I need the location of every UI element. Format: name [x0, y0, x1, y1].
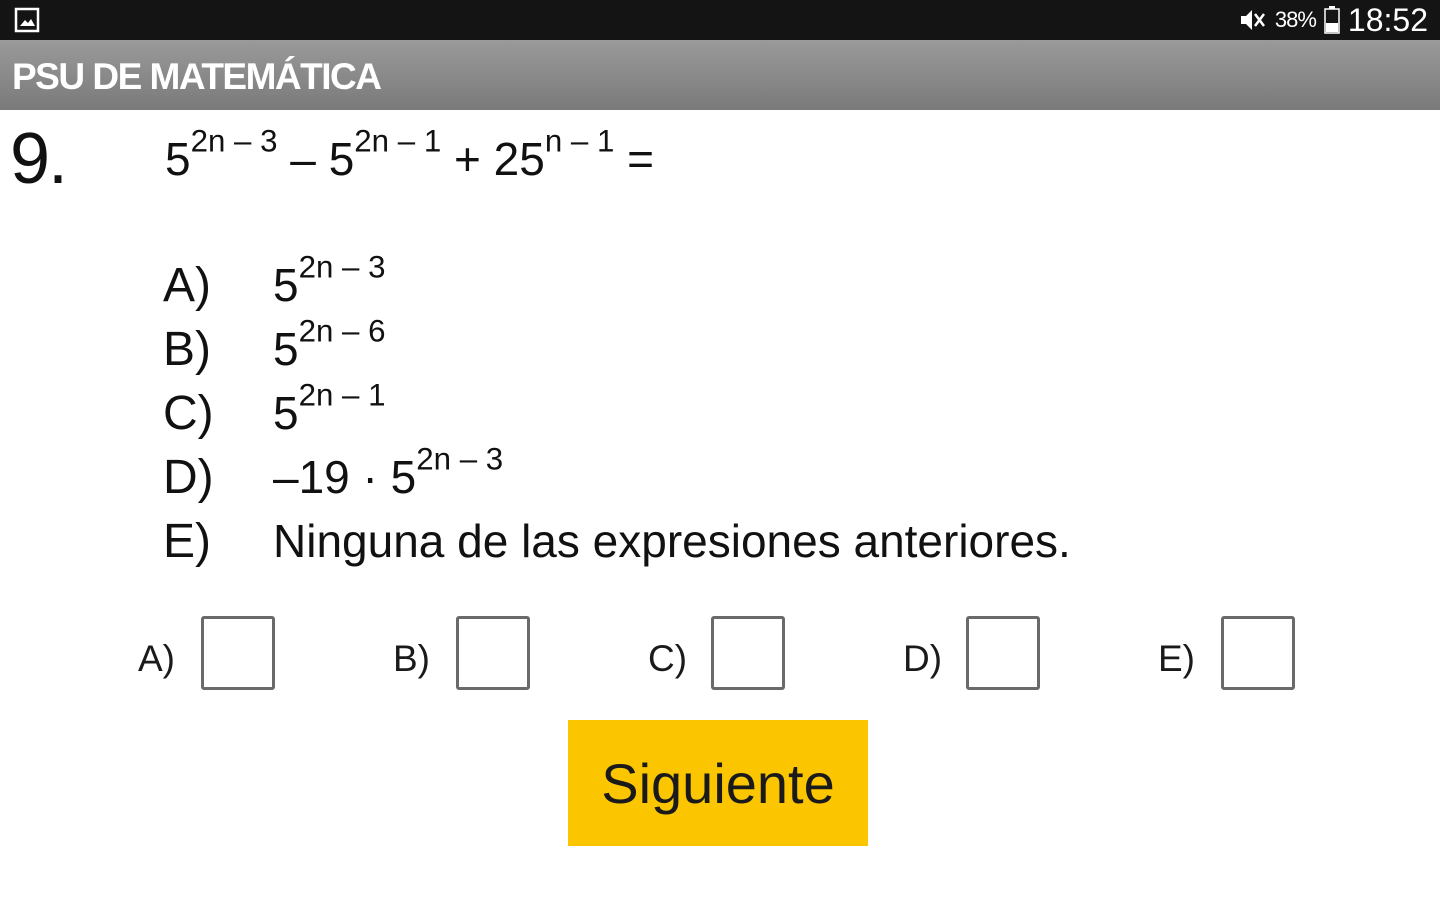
clock: 18:52	[1347, 1, 1428, 38]
equals-sign: =	[614, 133, 655, 185]
option-letter: D)	[163, 451, 214, 504]
app-bar: PSU DE MATEMÁTICA	[0, 40, 1440, 110]
option-prefix: –19 ·	[273, 451, 391, 503]
app-title: PSU DE MATEMÁTICA	[12, 56, 382, 97]
option-base: 5	[273, 259, 299, 311]
option-base: 5	[390, 451, 417, 503]
option-expression: 52n – 3	[273, 251, 386, 312]
answer-label: A)	[138, 638, 175, 679]
option-letter: B)	[163, 323, 211, 376]
option-text: Ninguna de las expresiones anteriores.	[273, 515, 1071, 567]
option-exponent: 2n – 6	[298, 313, 386, 349]
option-exponent: 2n – 3	[298, 249, 386, 285]
answer-selector: A) B) C) D) E)	[0, 612, 1440, 696]
term-base: 5	[165, 133, 191, 185]
answer-label: C)	[648, 638, 688, 679]
option-letter: A)	[163, 259, 211, 312]
option-exponent: 2n – 1	[298, 377, 386, 413]
mute-icon	[1240, 10, 1265, 30]
question-expression: 52n – 3 – 52n – 1 + 25n – 1 =	[165, 125, 655, 186]
option-expression: 52n – 6	[273, 315, 386, 376]
gallery-icon	[14, 7, 40, 33]
option-expression: –19 · 52n – 3	[273, 443, 503, 504]
term-exponent: 2n – 3	[190, 123, 278, 159]
status-bar: 38% 18:52	[0, 0, 1440, 40]
answer-label: E)	[1158, 638, 1195, 679]
checkbox-e[interactable]	[1221, 616, 1295, 690]
battery-icon	[1324, 6, 1340, 34]
term-base: 25	[493, 133, 545, 185]
option-expression: 52n – 1	[273, 379, 386, 440]
checkbox-d[interactable]	[966, 616, 1040, 690]
term-base: 5	[328, 133, 355, 185]
option-letter: C)	[163, 387, 214, 440]
term-exponent: n – 1	[544, 123, 615, 159]
answer-label: B)	[393, 638, 430, 679]
option-letter: E)	[163, 515, 211, 568]
checkbox-a[interactable]	[201, 616, 275, 690]
answer-label: D)	[903, 638, 943, 679]
option-exponent: 2n – 3	[416, 441, 504, 477]
checkbox-c[interactable]	[711, 616, 785, 690]
operator: –	[277, 133, 329, 185]
option-base: 5	[273, 387, 299, 439]
option-base: 5	[273, 323, 299, 375]
battery-percent: 38%	[1274, 7, 1317, 32]
operator: +	[441, 133, 494, 185]
term-exponent: 2n – 1	[354, 123, 442, 159]
question-number: 9.	[10, 119, 68, 199]
checkbox-b[interactable]	[456, 616, 530, 690]
next-button[interactable]: Siguiente	[568, 720, 868, 846]
